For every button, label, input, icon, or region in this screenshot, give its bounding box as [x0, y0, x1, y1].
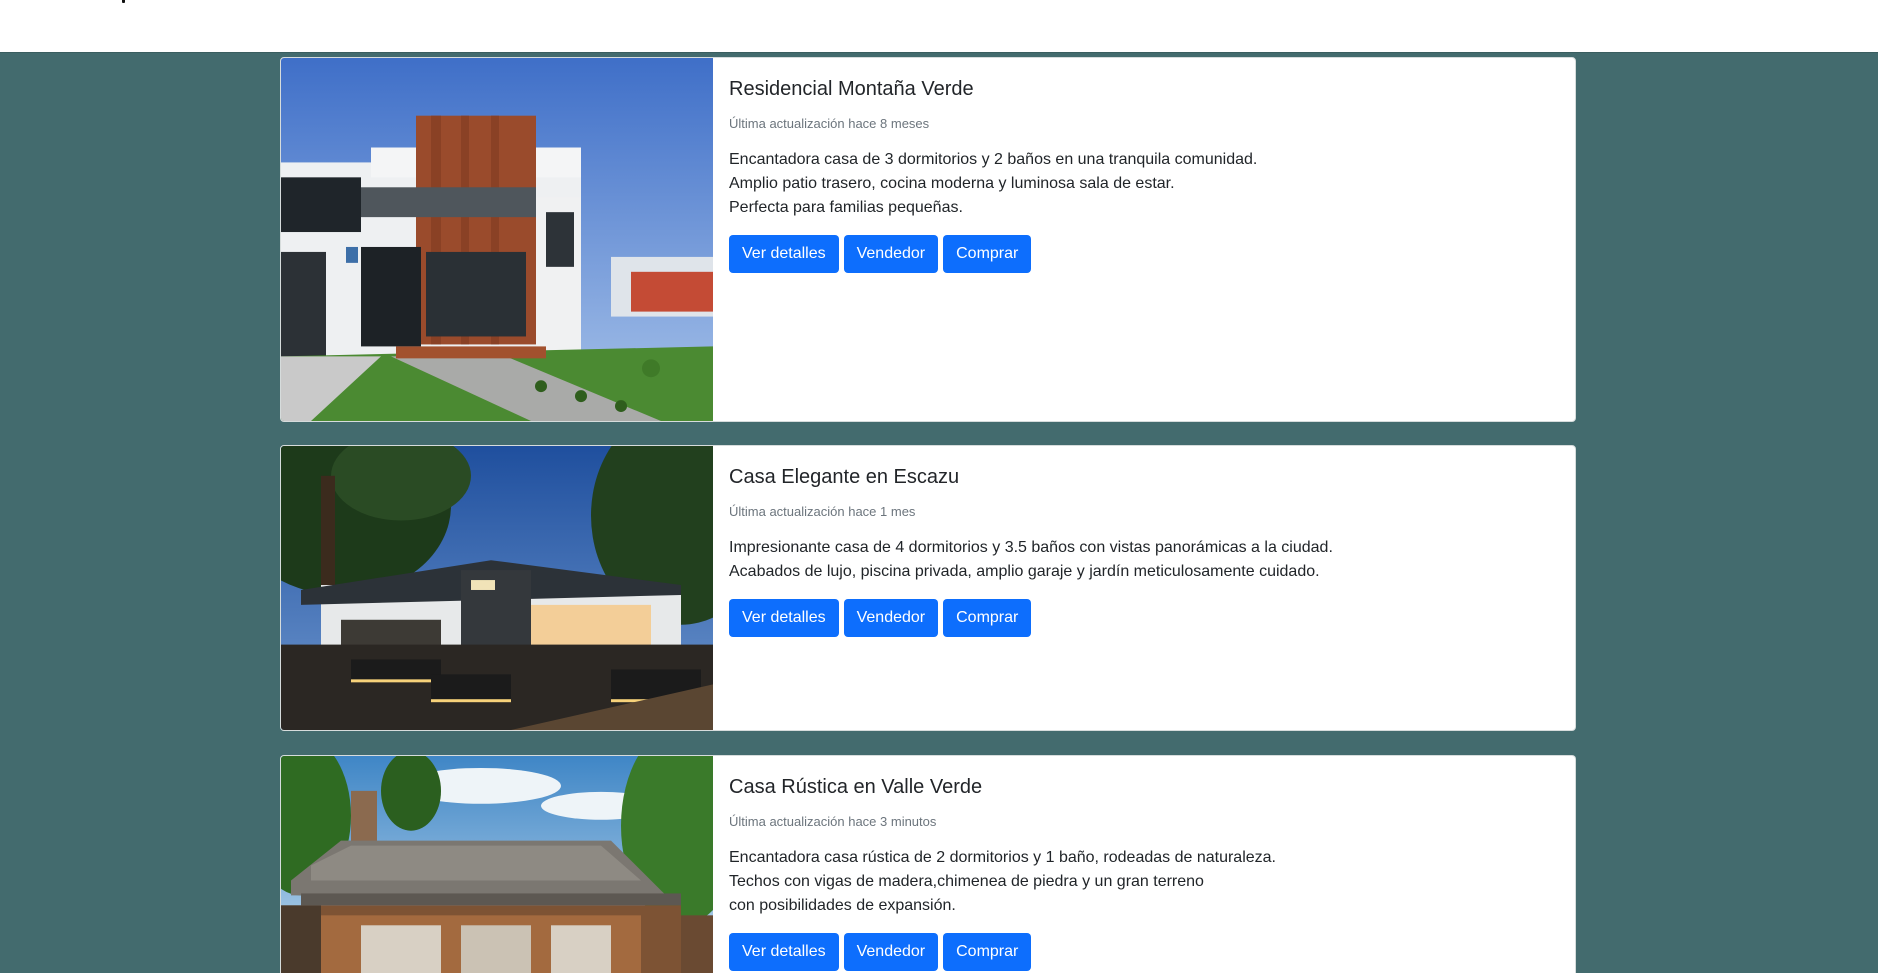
listing-card: Casa Rústica en Valle Verde Última actua… — [280, 755, 1576, 973]
description-line: Amplio patio trasero, cocina moderna y l… — [729, 175, 1175, 192]
listing-photo — [281, 446, 713, 730]
description-line: Encantadora casa rústica de 2 dormitorio… — [729, 849, 1276, 866]
buy-button[interactable]: Comprar — [943, 235, 1032, 273]
description-line: Encantadora casa de 3 dormitorios y 2 ba… — [729, 151, 1258, 168]
view-details-button[interactable]: Ver detalles — [729, 235, 839, 273]
listing-actions: Ver detalles Vendedor Comprar — [729, 933, 1032, 971]
description-line: Techos con vigas de madera,chimenea de p… — [729, 873, 1204, 890]
description-line: Perfecta para familias pequeñas. — [729, 199, 963, 216]
listing-updated: Última actualización hace 1 mes — [729, 504, 916, 519]
view-details-button[interactable]: Ver detalles — [729, 599, 839, 637]
listing-actions: Ver detalles Vendedor Comprar — [729, 235, 1032, 273]
listing-actions: Ver detalles Vendedor Comprar — [729, 599, 1032, 637]
listing-title: Casa Rústica en Valle Verde — [729, 776, 983, 798]
view-details-button[interactable]: Ver detalles — [729, 933, 839, 971]
listing-updated: Última actualización hace 8 meses — [729, 116, 930, 131]
description-line: Impresionante casa de 4 dormitorios y 3.… — [729, 539, 1333, 556]
navbar-mark — [122, 0, 125, 3]
listing-description: Impresionante casa de 4 dormitorios y 3.… — [729, 536, 1333, 584]
buy-button[interactable]: Comprar — [943, 599, 1032, 637]
seller-button[interactable]: Vendedor — [843, 933, 939, 971]
top-navbar — [0, 0, 1878, 53]
description-line: Acabados de lujo, piscina privada, ampli… — [729, 563, 1320, 580]
listing-title: Casa Elegante en Escazu — [729, 466, 960, 488]
listing-description: Encantadora casa rústica de 2 dormitorio… — [729, 846, 1276, 918]
listing-description: Encantadora casa de 3 dormitorios y 2 ba… — [729, 148, 1257, 220]
listing-photo — [281, 756, 713, 973]
seller-button[interactable]: Vendedor — [843, 235, 939, 273]
listing-updated: Última actualización hace 3 minutos — [729, 814, 937, 829]
listing-photo — [281, 58, 713, 421]
listing-card: Casa Elegante en Escazu Última actualiza… — [280, 445, 1576, 731]
buy-button[interactable]: Comprar — [943, 933, 1032, 971]
listing-title: Residencial Montaña Verde — [729, 78, 974, 100]
description-line: con posibilidades de expansión. — [729, 897, 956, 914]
listing-card: Residencial Montaña Verde Última actuali… — [280, 57, 1576, 422]
seller-button[interactable]: Vendedor — [843, 599, 939, 637]
